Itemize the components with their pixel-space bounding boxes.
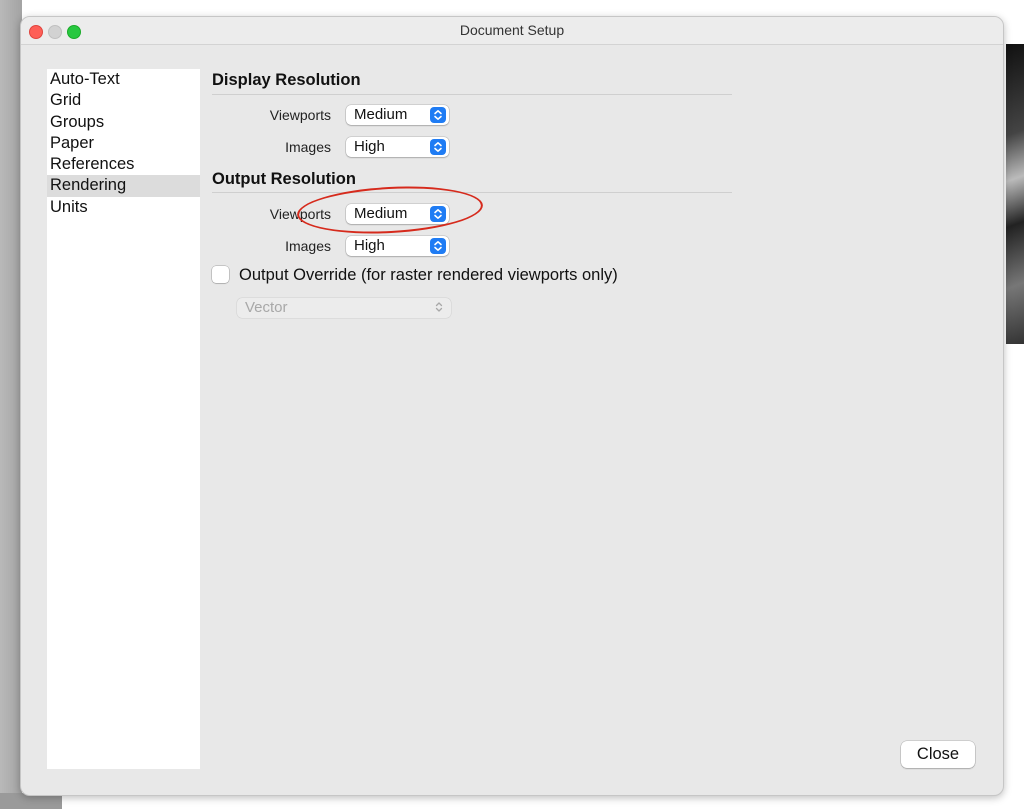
chevron-up-down-icon — [430, 206, 446, 222]
output-images-label: Images — [285, 238, 331, 254]
output-images-value: High — [354, 237, 385, 254]
chevron-up-down-icon — [430, 107, 446, 123]
override-mode-popup: Vector — [237, 298, 451, 318]
category-list[interactable]: Auto-Text Grid Groups Paper References R… — [47, 69, 200, 769]
output-override-label[interactable]: Output Override (for raster rendered vie… — [239, 266, 618, 285]
section-divider — [212, 94, 732, 95]
desktop-background — [0, 0, 22, 809]
output-images-popup[interactable]: High — [346, 236, 449, 256]
display-images-label: Images — [285, 139, 331, 155]
chevron-up-down-icon — [434, 300, 444, 320]
display-viewports-value: Medium — [354, 106, 408, 123]
output-resolution-heading: Output Resolution — [212, 170, 356, 188]
output-override-checkbox[interactable] — [212, 266, 229, 283]
sidebar-item-rendering[interactable]: Rendering — [47, 175, 200, 197]
chevron-up-down-icon — [430, 139, 446, 155]
display-viewports-popup[interactable]: Medium — [346, 105, 449, 125]
sidebar-item-grid[interactable]: Grid — [47, 90, 200, 111]
display-viewports-label: Viewports — [269, 107, 331, 123]
section-divider — [212, 192, 732, 193]
output-viewports-label: Viewports — [269, 206, 331, 222]
display-resolution-heading: Display Resolution — [212, 71, 361, 89]
sidebar-item-references[interactable]: References — [47, 154, 200, 175]
display-images-popup[interactable]: High — [346, 137, 449, 157]
background-photo — [1006, 44, 1024, 344]
display-images-value: High — [354, 138, 385, 155]
override-mode-value: Vector — [245, 299, 288, 316]
document-setup-window: Document Setup Auto-Text Grid Groups Pap… — [20, 16, 1004, 796]
output-viewports-value: Medium — [354, 205, 408, 222]
sidebar-item-auto-text[interactable]: Auto-Text — [47, 69, 200, 90]
output-viewports-popup[interactable]: Medium — [346, 204, 449, 224]
title-bar[interactable]: Document Setup — [21, 17, 1003, 45]
window-title: Document Setup — [459, 22, 565, 38]
chevron-up-down-icon — [430, 238, 446, 254]
sidebar-item-groups[interactable]: Groups — [47, 112, 200, 133]
sidebar-item-paper[interactable]: Paper — [47, 133, 200, 154]
sidebar-item-units[interactable]: Units — [47, 197, 200, 218]
close-button[interactable]: Close — [901, 741, 975, 768]
